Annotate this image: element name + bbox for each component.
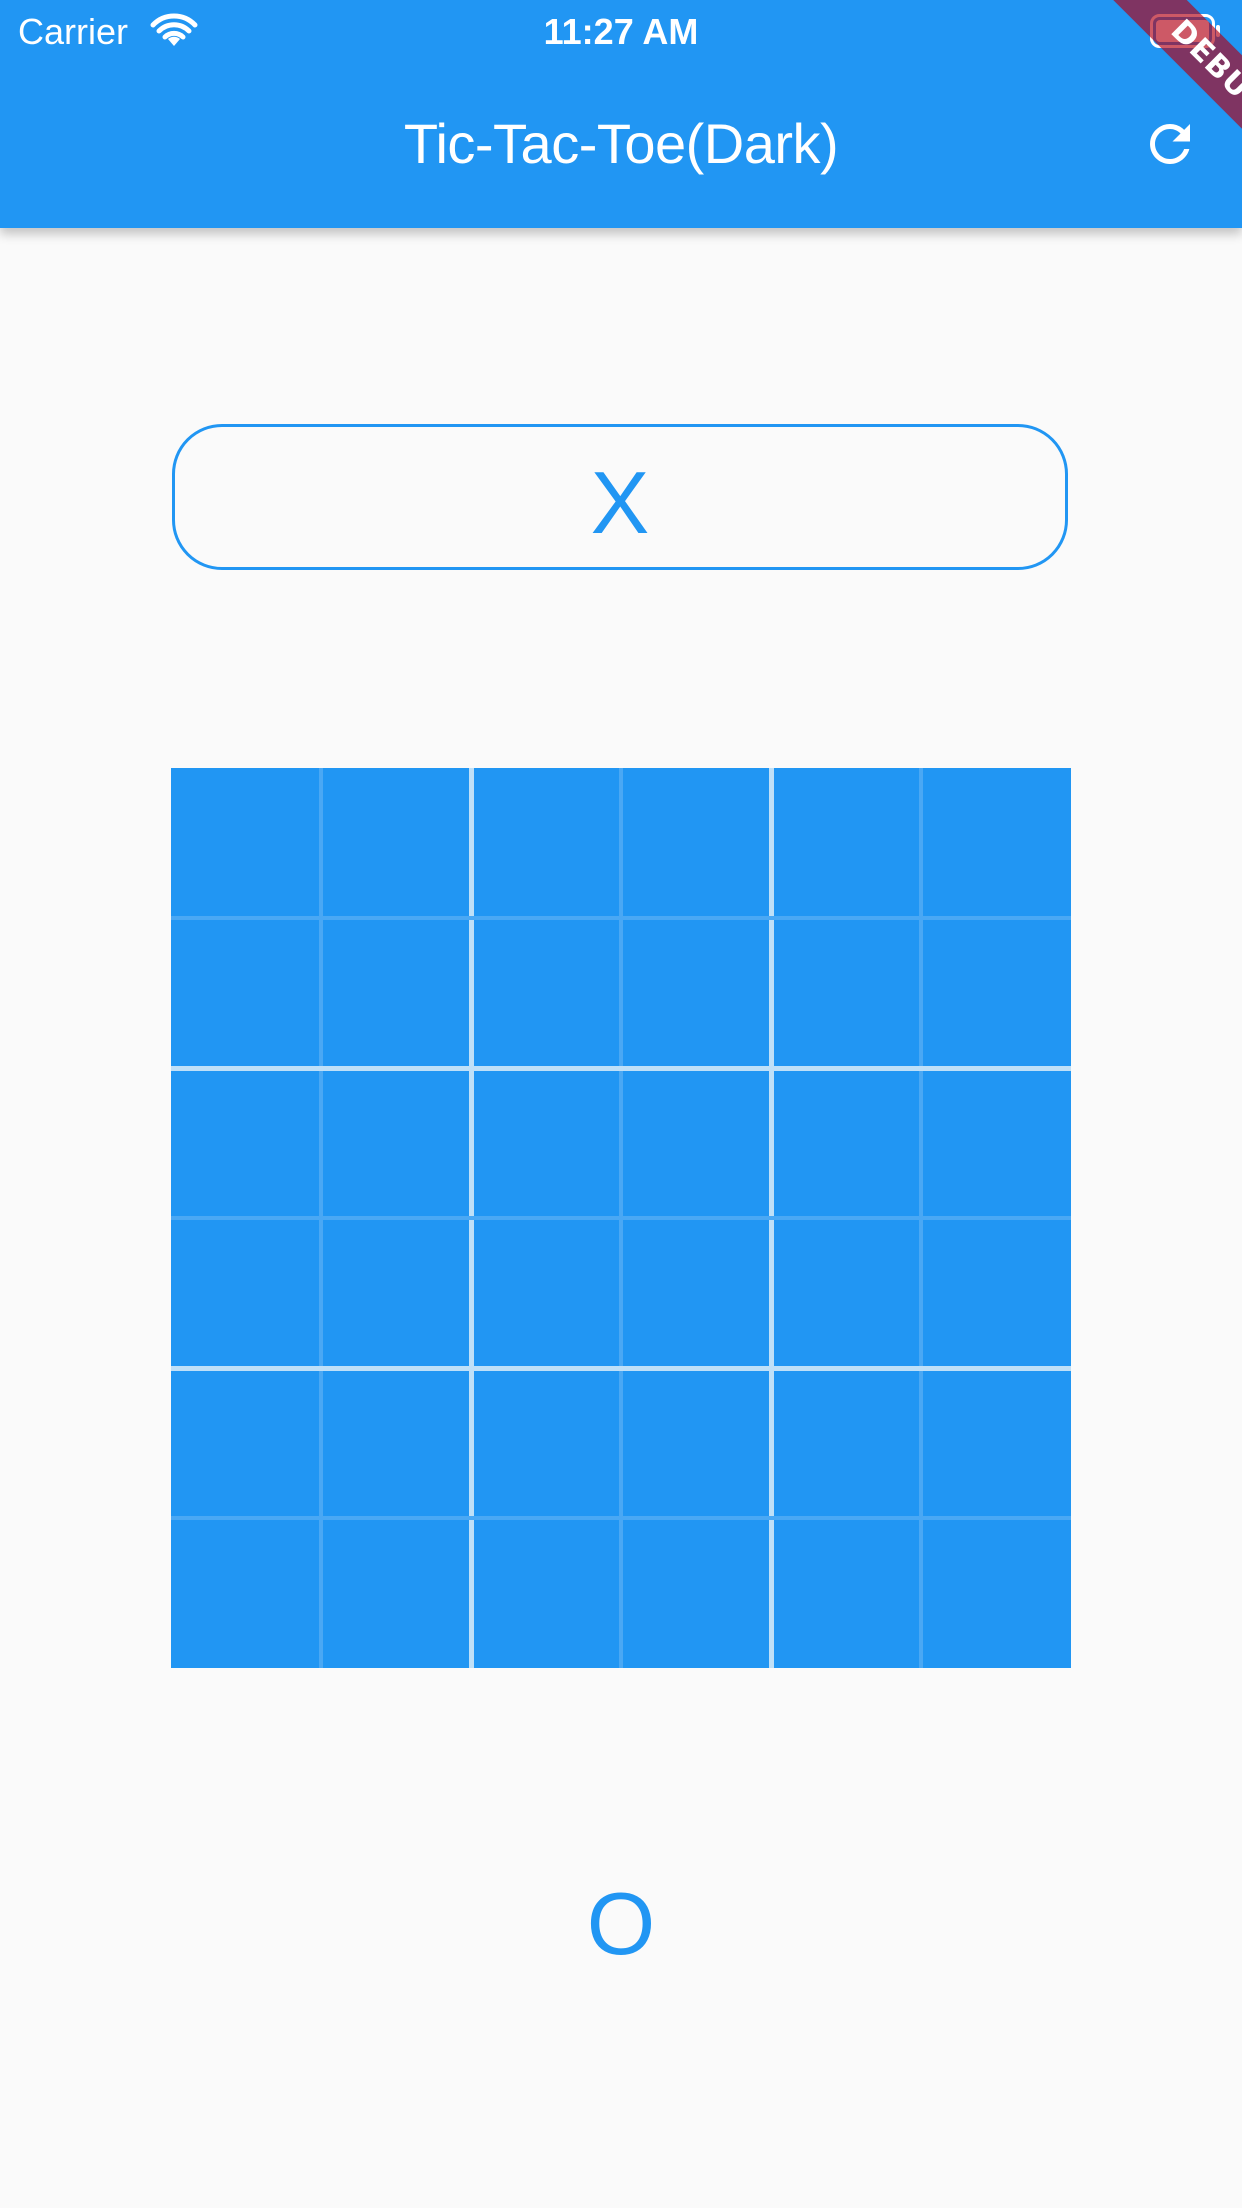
board-divider-minor [171,1516,1071,1520]
board-cell[interactable] [921,1518,1071,1668]
board-cell[interactable] [471,1218,621,1368]
app-bar: Carrier 11:27 AM Tic-Tac-Toe(Dark) [0,0,1242,228]
board-divider-minor [171,916,1071,920]
board-cell[interactable] [471,768,621,918]
game-board [171,768,1071,1668]
app-title: Tic-Tac-Toe(Dark) [403,112,839,175]
board-cell[interactable] [921,1218,1071,1368]
board-divider-major [171,1365,1071,1371]
board-cell[interactable] [921,1068,1071,1218]
turn-indicator-symbol: X [590,453,650,552]
status-bar: Carrier 11:27 AM [0,0,1242,64]
board-cell[interactable] [771,1368,921,1518]
board-divider-minor [171,1216,1071,1220]
board-cell[interactable] [471,1068,621,1218]
board-cell[interactable] [171,1218,321,1368]
board-cell[interactable] [921,768,1071,918]
board-divider-major [171,1065,1071,1071]
refresh-icon [1150,124,1190,164]
turn-indicator[interactable]: X [172,424,1068,570]
next-player-symbol: O [586,1874,656,1973]
board-cell[interactable] [321,918,471,1068]
board-cell[interactable] [621,768,771,918]
board-cell[interactable] [321,1368,471,1518]
board-cell[interactable] [621,1518,771,1668]
board-cell[interactable] [921,1368,1071,1518]
board-cell[interactable] [321,768,471,918]
board-cell[interactable] [171,1368,321,1518]
board-cell[interactable] [471,1518,621,1668]
status-time: 11:27 AM [543,11,699,52]
battery-icon [1150,14,1220,48]
board-cell[interactable] [771,768,921,918]
board-cell[interactable] [621,1218,771,1368]
board-cell[interactable] [171,1068,321,1218]
board-cell[interactable] [171,1518,321,1668]
board-cell[interactable] [471,918,621,1068]
board-cell[interactable] [771,1068,921,1218]
board-cell[interactable] [621,1368,771,1518]
board-cell[interactable] [171,768,321,918]
board-cell[interactable] [771,1518,921,1668]
board-cell[interactable] [471,1368,621,1518]
board-cell[interactable] [771,1218,921,1368]
board-cell[interactable] [771,918,921,1068]
board-cell[interactable] [621,918,771,1068]
board-cell[interactable] [321,1218,471,1368]
board-cell[interactable] [621,1068,771,1218]
refresh-button[interactable] [1130,104,1210,184]
board-cell[interactable] [921,918,1071,1068]
board-cell[interactable] [321,1518,471,1668]
board-cell[interactable] [321,1068,471,1218]
board-cell[interactable] [171,918,321,1068]
